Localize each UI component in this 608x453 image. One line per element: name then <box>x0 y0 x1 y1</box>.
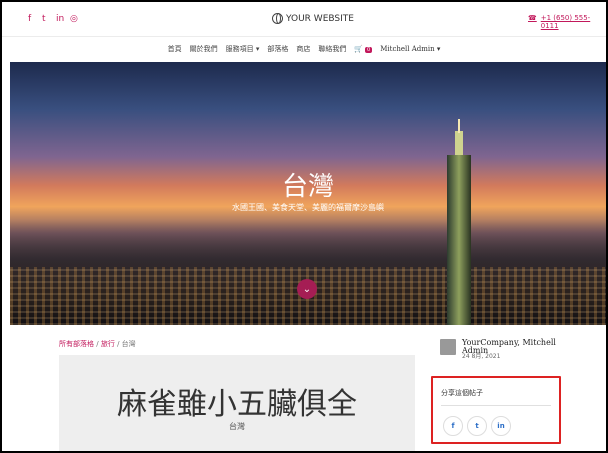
nav-services[interactable]: 服務項目 ▾ <box>226 44 260 54</box>
nav-blog[interactable]: 部落格 <box>267 44 288 54</box>
linkedin-icon: in <box>497 422 505 430</box>
share-linkedin-button[interactable]: in <box>491 416 511 436</box>
breadcrumb-current: 台灣 <box>121 340 136 348</box>
avatar <box>440 339 456 355</box>
share-title: 分享這個帖子 <box>441 389 483 397</box>
nav-shop[interactable]: 商店 <box>296 44 310 54</box>
chevron-down-icon: ⌄ <box>302 283 312 295</box>
user-menu[interactable]: Mitchell Admin ▾ <box>380 45 440 53</box>
instagram-icon[interactable]: ◎ <box>70 14 78 24</box>
hero-title: 台灣 <box>281 172 334 202</box>
top-bar: f t in ◎ YOUR WEBSITE ☎ +1 (650) 555-011… <box>2 2 606 37</box>
phone-text: +1 (650) 555-0111 <box>540 14 591 30</box>
website-page: f t in ◎ YOUR WEBSITE ☎ +1 (650) 555-011… <box>0 0 608 453</box>
site-brand[interactable]: YOUR WEBSITE <box>272 13 354 24</box>
nav-about[interactable]: 關於我們 <box>190 44 218 54</box>
nav-contact[interactable]: 聯絡我們 <box>318 44 346 54</box>
post-category: 台灣 <box>229 422 245 431</box>
chevron-down-icon: ▾ <box>436 45 441 53</box>
globe-icon <box>272 13 283 24</box>
phone-icon: ☎ <box>528 14 537 22</box>
post-title: 麻雀雖小五臟俱全 <box>117 387 357 422</box>
twitter-icon[interactable]: t <box>42 14 46 24</box>
author-block: YourCompany, Mitchell Admin 24 8月, 2021 <box>440 339 580 363</box>
share-facebook-button[interactable]: f <box>443 416 463 436</box>
post-date: 24 8月, 2021 <box>462 353 501 360</box>
divider <box>441 405 551 406</box>
scroll-down-button[interactable]: ⌄ <box>297 279 317 299</box>
chevron-down-icon: ▾ <box>255 45 260 53</box>
hero-subtitle: 水國王國、美食天堂、美麗的福爾摩沙島嶼 <box>232 203 384 212</box>
post-header-card: 麻雀雖小五臟俱全 台灣 <box>59 355 415 451</box>
breadcrumb-all-blogs[interactable]: 所有部落格 <box>59 340 94 348</box>
cart-count-badge: 0 <box>365 47 373 53</box>
brand-text: YOUR WEBSITE <box>286 13 354 24</box>
facebook-icon[interactable]: f <box>28 14 31 24</box>
breadcrumb-travel[interactable]: 旅行 <box>101 340 115 348</box>
main-nav: 首頁 關於我們 服務項目 ▾ 部落格 商店 聯絡我們 🛒 0 Mitchell A… <box>2 37 606 61</box>
hero-banner: 台灣 水國王國、美食天堂、美麗的福爾摩沙島嶼 ⌄ <box>10 62 606 325</box>
twitter-icon: t <box>475 422 479 430</box>
phone-link[interactable]: ☎ +1 (650) 555-0111 <box>528 14 606 30</box>
facebook-icon: f <box>451 422 455 430</box>
share-post-box: 分享這個帖子 f t in <box>431 376 561 444</box>
nav-home[interactable]: 首頁 <box>168 44 182 54</box>
cart-button[interactable]: 🛒 0 <box>354 45 373 53</box>
share-twitter-button[interactable]: t <box>467 416 487 436</box>
user-name: Mitchell Admin <box>380 45 435 53</box>
breadcrumb: 所有部落格 / 旅行 / 台灣 <box>59 339 136 349</box>
nav-services-label: 服務項目 <box>225 45 254 53</box>
cart-icon: 🛒 <box>354 45 364 53</box>
linkedin-icon[interactable]: in <box>56 14 64 24</box>
